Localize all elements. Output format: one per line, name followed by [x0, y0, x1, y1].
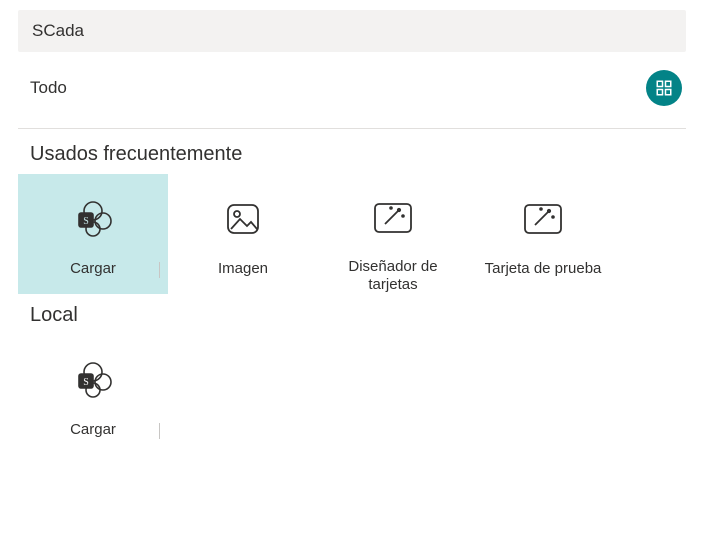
divider — [18, 128, 686, 129]
section-local: Local S Cargar — [0, 304, 704, 455]
wand-icon — [521, 196, 565, 242]
picture-icon — [223, 196, 263, 242]
tile-label: Imagen — [168, 260, 318, 278]
search-input[interactable] — [18, 10, 686, 52]
svg-text:S: S — [83, 216, 89, 227]
frequent-tiles: S Cargar Imagen — [18, 174, 704, 294]
tile-imagen[interactable]: Imagen — [168, 174, 318, 294]
grid-view-button[interactable] — [646, 70, 682, 106]
tile-cargar-local[interactable]: S Cargar — [18, 335, 168, 455]
local-tiles: S Cargar — [18, 335, 704, 455]
section-local-title: Local — [30, 304, 704, 327]
search-wrap — [0, 10, 704, 52]
sharepoint-icon: S — [71, 196, 115, 242]
section-frequent-title: Usados frecuentemente — [30, 143, 704, 166]
tile-label: Diseñador de tarjetas — [318, 258, 468, 294]
filter-label[interactable]: Todo — [30, 78, 67, 98]
filter-row: Todo — [0, 52, 704, 128]
svg-text:S: S — [83, 377, 89, 388]
tile-disenador-tarjetas[interactable]: Diseñador de tarjetas — [318, 174, 468, 294]
tile-label: Cargar — [18, 421, 168, 439]
sharepoint-icon: S — [71, 357, 115, 403]
section-frequent: Usados frecuentemente S Cargar — [0, 143, 704, 294]
tile-cargar[interactable]: S Cargar — [18, 174, 168, 294]
grid-icon — [655, 79, 673, 97]
wand-icon — [371, 196, 415, 240]
webpart-picker-panel: Todo Usados frecuentemente — [0, 0, 704, 540]
tile-label: Cargar — [18, 260, 168, 278]
tile-tarjeta-prueba[interactable]: Tarjeta de prueba — [468, 174, 618, 294]
tile-label: Tarjeta de prueba — [468, 260, 618, 278]
